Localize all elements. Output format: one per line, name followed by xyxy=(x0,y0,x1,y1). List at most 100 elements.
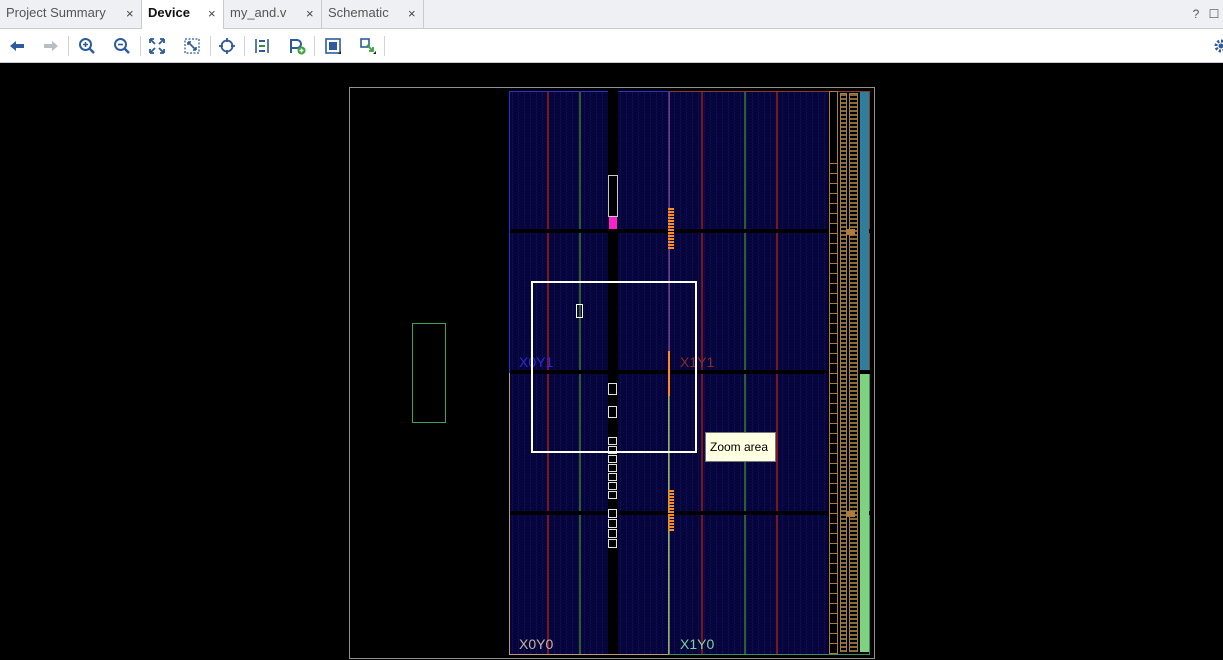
fixed-cells-icon[interactable] xyxy=(322,35,344,57)
autofit-target-icon[interactable] xyxy=(216,35,238,57)
io-pad xyxy=(841,146,846,148)
back-arrow-icon[interactable] xyxy=(6,35,28,57)
io-pad xyxy=(850,298,857,300)
io-pad xyxy=(850,594,857,596)
io-pad xyxy=(850,198,857,200)
io-pad xyxy=(841,342,846,344)
io-pad xyxy=(850,582,857,584)
io-pad xyxy=(850,222,857,224)
clock-cell xyxy=(668,241,674,243)
toggle-view-icon[interactable] xyxy=(357,35,379,57)
tab-project-summary[interactable]: Project Summary × xyxy=(0,0,142,28)
io-pad xyxy=(841,418,846,420)
io-pad xyxy=(850,378,857,380)
io-pad xyxy=(850,402,857,404)
io-pad xyxy=(850,470,857,472)
io-pad xyxy=(841,174,846,176)
settings-gear-icon[interactable] xyxy=(1210,35,1223,57)
io-pad xyxy=(850,358,857,360)
routing-resources-icon[interactable] xyxy=(251,35,273,57)
io-tile xyxy=(829,523,838,524)
io-pad xyxy=(850,154,857,156)
io-pad xyxy=(841,318,846,320)
io-tile xyxy=(829,313,838,314)
clock-cell xyxy=(668,235,674,237)
io-pad xyxy=(841,614,846,616)
io-pad xyxy=(841,630,846,632)
io-pad xyxy=(850,518,857,520)
io-pad xyxy=(850,290,857,292)
io-pad xyxy=(841,122,846,124)
tab-schematic[interactable]: Schematic × xyxy=(322,0,424,28)
close-icon[interactable]: × xyxy=(208,6,216,21)
io-pad xyxy=(841,170,846,172)
io-pad xyxy=(841,634,846,636)
zoom-selected-icon[interactable] xyxy=(181,35,203,57)
io-pad xyxy=(850,166,857,168)
io-pad xyxy=(841,390,846,392)
tab-my-and-v[interactable]: my_and.v × xyxy=(224,0,322,28)
io-pad xyxy=(850,162,857,164)
io-pad xyxy=(841,114,846,116)
zoom-area-rectangle[interactable] xyxy=(531,281,697,453)
clock-cell xyxy=(668,211,674,213)
io-pad xyxy=(841,498,846,500)
zoom-out-icon[interactable] xyxy=(111,35,133,57)
io-pad xyxy=(841,314,846,316)
io-pad xyxy=(841,166,846,168)
io-pad xyxy=(841,538,846,540)
zoom-fit-icon[interactable] xyxy=(146,35,168,57)
io-pad xyxy=(850,270,857,272)
io-tile xyxy=(829,413,838,414)
io-tile xyxy=(829,403,838,404)
close-icon[interactable]: × xyxy=(126,6,134,21)
clock-cell xyxy=(668,511,674,513)
close-icon[interactable]: × xyxy=(306,6,314,21)
io-pad xyxy=(850,274,857,276)
zoom-in-icon[interactable] xyxy=(76,35,98,57)
io-pad xyxy=(841,162,846,164)
clock-cell xyxy=(668,223,674,225)
io-pad xyxy=(850,258,857,260)
io-pad xyxy=(841,446,846,448)
forward-arrow-icon[interactable] xyxy=(40,35,62,57)
io-clock-tile xyxy=(847,229,855,235)
clock-cell xyxy=(668,493,674,495)
help-icon[interactable]: ? xyxy=(1187,7,1205,21)
io-bank-top xyxy=(860,92,869,370)
io-pad xyxy=(841,570,846,572)
tab-label: Schematic xyxy=(328,5,389,20)
io-pad xyxy=(850,630,857,632)
io-pad xyxy=(841,130,846,132)
io-pad xyxy=(841,542,846,544)
io-pad xyxy=(841,234,846,236)
io-pad xyxy=(850,282,857,284)
io-pad xyxy=(841,626,846,628)
io-pad xyxy=(850,294,857,296)
io-pad xyxy=(841,366,846,368)
clock-cell xyxy=(668,505,674,507)
io-pad xyxy=(850,126,857,128)
io-tile xyxy=(829,553,838,554)
device-view-canvas[interactable]: X0Y1 X1Y1 X0Y0 X1Y0 Zoom area xyxy=(0,63,1223,660)
io-pad xyxy=(850,186,857,188)
tab-device[interactable]: Device × xyxy=(142,0,224,29)
zoom-area-tooltip: Zoom area xyxy=(705,432,776,462)
io-pad xyxy=(841,470,846,472)
add-pblock-icon[interactable] xyxy=(286,35,308,57)
io-pad xyxy=(850,238,857,240)
io-tile xyxy=(829,263,838,264)
io-pad xyxy=(841,374,846,376)
restore-icon[interactable]: ☐ xyxy=(1205,7,1223,21)
io-tile xyxy=(829,293,838,294)
io-pad xyxy=(841,454,846,456)
io-tile xyxy=(829,323,838,324)
io-pad xyxy=(841,506,846,508)
io-pad xyxy=(841,266,846,268)
io-pad xyxy=(850,522,857,524)
close-icon[interactable]: × xyxy=(408,6,416,21)
io-pad xyxy=(850,122,857,124)
clock-cell xyxy=(668,238,674,240)
io-pad xyxy=(841,618,846,620)
io-pad xyxy=(841,210,846,212)
